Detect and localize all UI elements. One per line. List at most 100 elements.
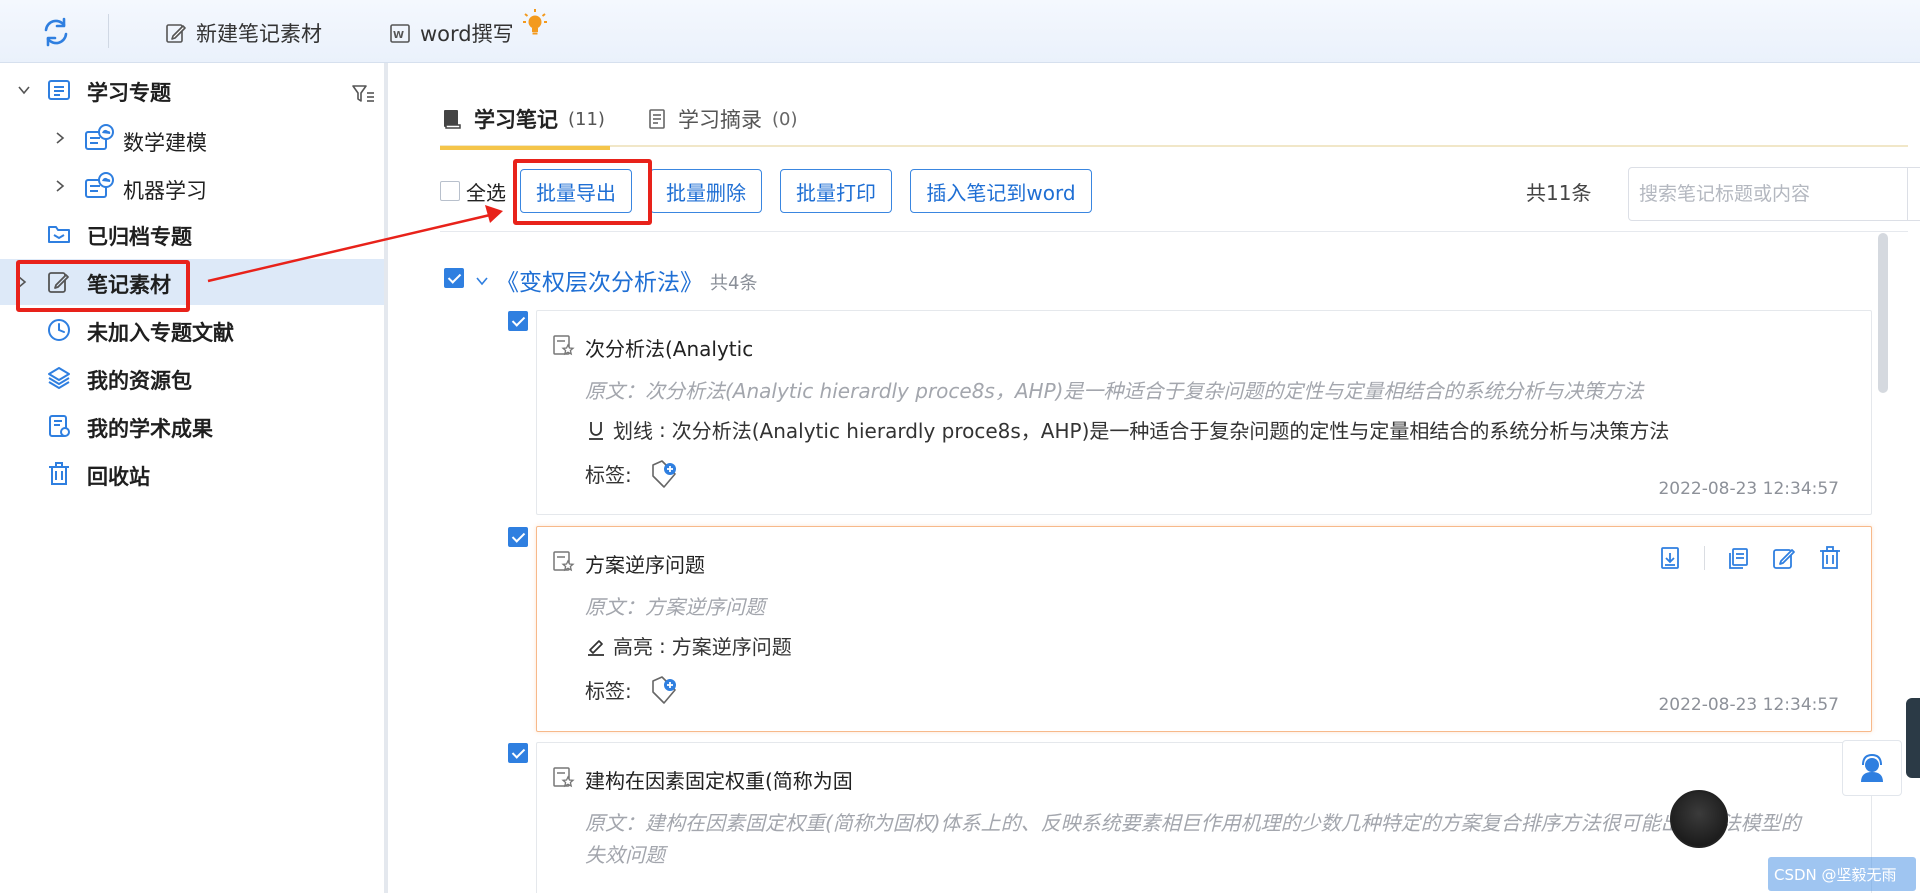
add-tag-icon[interactable]: [649, 457, 679, 491]
note-mark: 划线: 次分析法(Analytic hierardly proce8s，AHP)…: [585, 415, 1669, 444]
toolbar-divider: [108, 14, 109, 48]
sidebar-item-resource-packs[interactable]: 我的资源包: [0, 355, 384, 401]
batch-export-button[interactable]: 批量导出: [520, 169, 632, 213]
note-timestamp: 2022-08-23 12:34:57: [1658, 479, 1839, 499]
tab-bar: 学习笔记 (11) 学习摘录 (0): [440, 91, 1908, 150]
tab-study-excerpts[interactable]: 学习摘录 (0): [646, 91, 798, 147]
topic-list-icon: [48, 80, 70, 100]
mark-colon: :: [659, 417, 666, 442]
note-timestamp: 2022-08-23 12:34:57: [1658, 695, 1839, 715]
total-count: 共11条: [1526, 181, 1592, 205]
note-original-text: 原文：次分析法(Analytic hierardly proce8s，AHP)是…: [585, 379, 1644, 403]
note-card[interactable]: 方案逆序问题 原文：方案逆序问题 高亮: 方案逆序问题 标签: 2022-08-…: [536, 526, 1872, 732]
filter-icon[interactable]: [350, 81, 376, 107]
tab-label: 学习笔记: [474, 108, 558, 132]
top-toolbar: 新建笔记素材 W word撰写: [0, 0, 1920, 63]
divider: [440, 231, 1908, 232]
note-checkbox[interactable]: [508, 311, 528, 331]
watermark: CSDN @坚毅无雨: [1768, 857, 1916, 891]
note-tags-label: 标签:: [585, 463, 632, 487]
copy-icon[interactable]: [1725, 545, 1751, 571]
sidebar-item-label: 数学建模: [123, 131, 207, 155]
note-actions: [1658, 545, 1843, 571]
group-count: 共4条: [710, 273, 758, 294]
tab-label: 学习摘录: [678, 108, 762, 132]
note-mark-type: 高亮: [613, 635, 653, 659]
note-checkbox[interactable]: [508, 527, 528, 547]
sidebar-item-label: 未加入专题文献: [87, 321, 234, 345]
achievement-doc-icon: [49, 415, 70, 437]
scrollbar[interactable]: [1878, 233, 1888, 393]
trash-icon: [49, 462, 69, 485]
cloud-topic-icon: [85, 172, 114, 198]
note-title: 方案逆序问题: [585, 553, 705, 577]
word-write-label: word撰写: [420, 22, 514, 46]
edit-icon[interactable]: [1771, 545, 1797, 571]
mark-colon: :: [659, 633, 666, 658]
sidebar-item-recycle-bin[interactable]: 回收站: [0, 451, 384, 497]
note-mark: 高亮: 方案逆序问题: [585, 631, 792, 660]
sidebar-item-label: 我的资源包: [87, 369, 192, 393]
note-star-icon: [553, 335, 575, 356]
sidebar-item-study-topics[interactable]: 学习专题: [0, 67, 384, 113]
clock-doc-icon: [48, 319, 70, 341]
sidebar-item-label: 我的学术成果: [87, 417, 213, 441]
tab-count: (11): [568, 108, 605, 130]
tab-study-notes[interactable]: 学习笔记 (11): [440, 91, 610, 150]
insert-to-word-button[interactable]: 插入笔记到word: [910, 169, 1092, 213]
sidebar-item-math-modeling[interactable]: 数学建模: [0, 115, 384, 161]
edit-note-icon: [48, 272, 69, 293]
chevron-right-icon[interactable]: [14, 274, 30, 290]
group-title[interactable]: 《变权层次分析法》: [496, 263, 703, 297]
archive-folder-icon: [48, 226, 70, 243]
sidebar-item-label: 已归档专题: [87, 225, 192, 249]
sidebar-item-unassigned-literature[interactable]: 未加入专题文献: [0, 307, 384, 353]
highlighter-icon: [588, 639, 604, 656]
note-mark-type: 划线: [613, 419, 653, 443]
refresh-icon[interactable]: [40, 16, 72, 48]
support-agent-icon: [1861, 753, 1883, 782]
export-icon[interactable]: [1658, 545, 1684, 571]
sidebar-item-label: 机器学习: [123, 179, 207, 203]
main-panel: 学习笔记 (11) 学习摘录 (0) 全选 批量导出 批量删除 批量打印 插入笔…: [392, 63, 1920, 893]
side-widget-edge[interactable]: [1906, 698, 1920, 778]
annotation-arrow-icon: [207, 205, 503, 283]
chevron-down-icon[interactable]: [16, 82, 32, 98]
customer-support-button[interactable]: [1842, 740, 1902, 796]
cloud-topic-icon: [85, 124, 114, 150]
batch-delete-button[interactable]: 批量删除: [650, 169, 762, 213]
note-mark-text: 方案逆序问题: [671, 635, 792, 659]
sidebar: 学习专题 数学建模 机器学习 已归档专题 笔记素材 未加入专题文献 我的资源包 …: [0, 63, 388, 893]
note-card[interactable]: 次分析法(Analytic 原文：次分析法(Analytic hierardly…: [536, 310, 1872, 515]
note-original-text: 原文：方案逆序问题: [585, 595, 765, 619]
note-tags-label: 标签:: [585, 679, 632, 703]
edit-note-icon: [166, 24, 186, 43]
search-input[interactable]: [1639, 176, 1889, 212]
tab-count: (0): [772, 108, 798, 130]
floating-assistant-button[interactable]: [1670, 790, 1728, 848]
lightbulb-icon: [523, 9, 547, 35]
layers-icon: [48, 367, 70, 389]
sidebar-item-label: 笔记素材: [87, 273, 171, 297]
chevron-right-icon[interactable]: [52, 178, 68, 194]
new-note-button[interactable]: 新建笔记素材: [164, 18, 322, 48]
search-button[interactable]: [1907, 168, 1920, 220]
word-icon: W: [390, 24, 410, 43]
add-tag-icon[interactable]: [649, 673, 679, 707]
note-original-text: 原文：建构在因素固定权重(简称为固权)体系上的、反映系统要素相巨作用机理的少数几…: [585, 811, 1801, 867]
chevron-right-icon[interactable]: [52, 130, 68, 146]
word-write-button[interactable]: W word撰写: [388, 18, 514, 48]
delete-icon[interactable]: [1817, 545, 1843, 571]
sidebar-item-academic-results[interactable]: 我的学术成果: [0, 403, 384, 449]
new-note-label: 新建笔记素材: [196, 22, 322, 46]
batch-action-bar: 全选 批量导出 批量删除 批量打印 插入笔记到word 共11条: [440, 167, 1920, 221]
search-box: [1628, 167, 1920, 221]
note-title: 建构在因素固定权重(简称为固: [585, 769, 853, 793]
note-checkbox[interactable]: [508, 743, 528, 763]
sidebar-item-label: 回收站: [87, 465, 150, 489]
notebook-icon: [444, 110, 461, 129]
note-title: 次分析法(Analytic: [585, 337, 754, 361]
action-separator: [1704, 546, 1705, 570]
batch-print-button[interactable]: 批量打印: [780, 169, 892, 213]
note-star-icon: [553, 767, 575, 788]
